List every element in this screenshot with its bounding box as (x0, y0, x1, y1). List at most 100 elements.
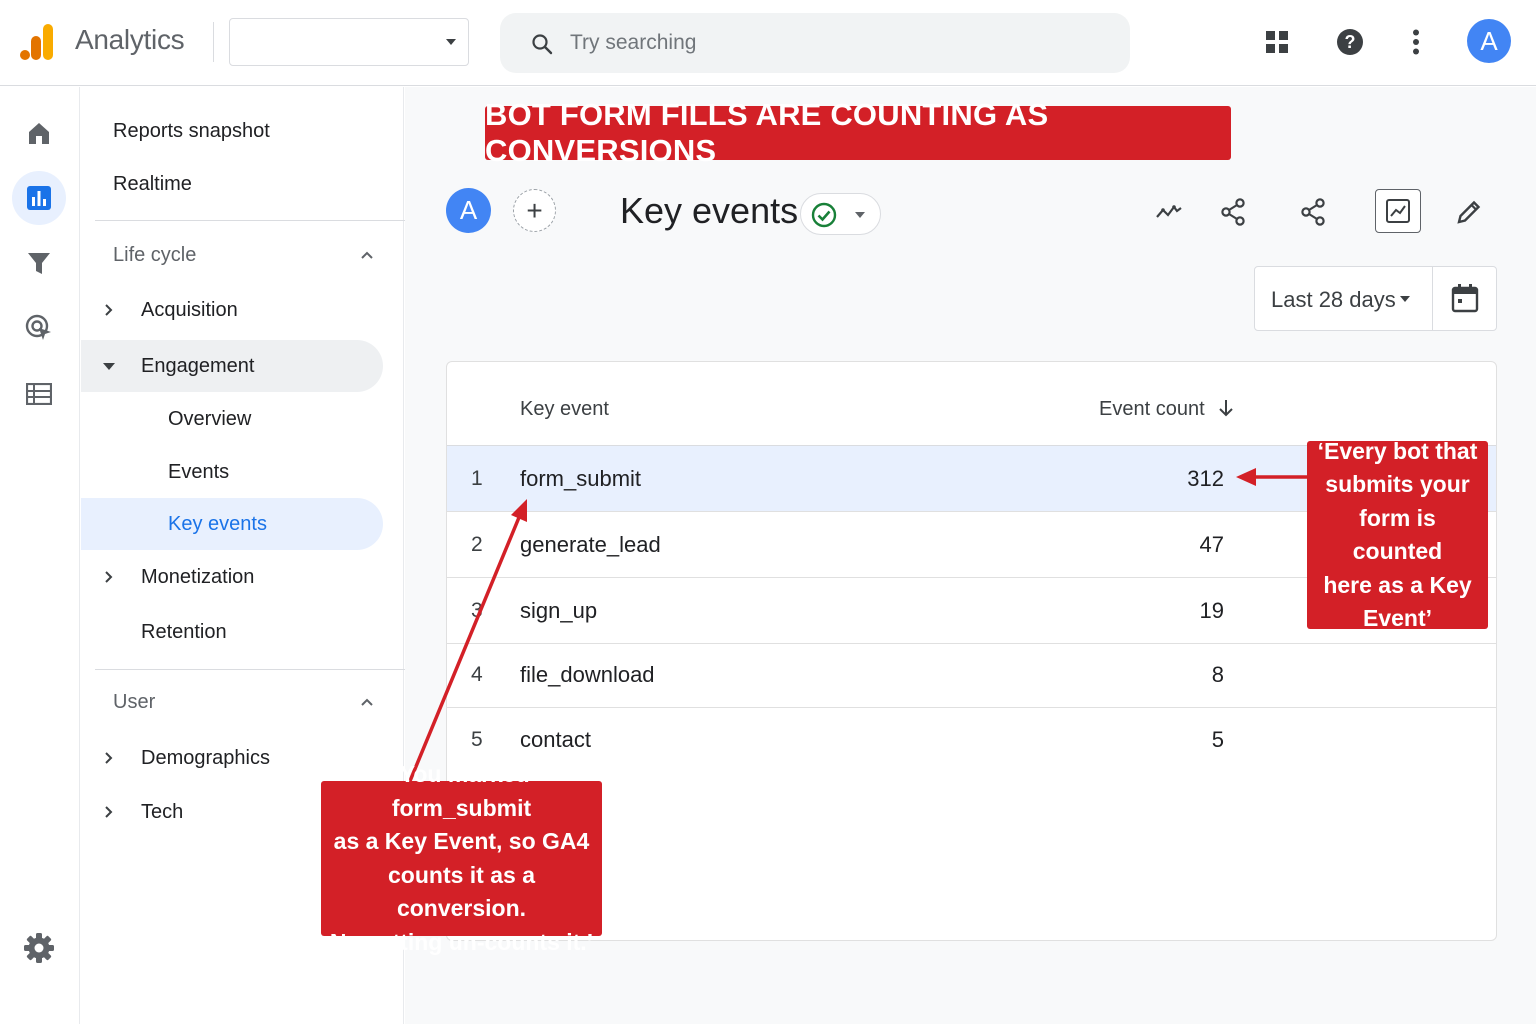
callout-line: form is counted (1352, 504, 1443, 565)
callout-line: as a Key Event, so GA4 (333, 828, 590, 854)
row-index: 2 (471, 533, 483, 556)
comparison-avatar[interactable]: A (446, 188, 491, 233)
callout-right: ‘Every bot that submits your form is cou… (1307, 438, 1488, 631)
nav-label: Key events (168, 512, 267, 535)
callout-line: Event’ (1362, 605, 1433, 631)
nav-monetization[interactable]: Monetization (81, 551, 383, 603)
reports-icon[interactable] (12, 171, 66, 225)
headline-banner: BOT FORM FILLS ARE COUNTING AS CONVERSIO… (485, 97, 1231, 168)
nav-retention[interactable]: Retention (81, 606, 383, 658)
analytics-logo-icon (20, 24, 53, 60)
nav-label: Monetization (141, 565, 255, 588)
nav-label: Events (168, 460, 230, 483)
row-index: 1 (471, 467, 483, 490)
share-icon[interactable] (1213, 192, 1253, 232)
row-event-name[interactable]: generate_lead (520, 532, 661, 558)
home-icon[interactable] (12, 106, 66, 160)
account-avatar[interactable]: A (1467, 19, 1511, 63)
nav-events[interactable]: Events (81, 446, 383, 498)
column-header-key-event[interactable]: Key event (520, 398, 609, 421)
nav-label: Acquisition (141, 298, 238, 321)
nav-engagement[interactable]: Engagement (81, 340, 383, 392)
nav-label: Reports snapshot (113, 119, 270, 142)
row-event-count: 19 (1199, 598, 1224, 623)
dropdown-caret-icon (446, 39, 456, 45)
dropdown-caret-icon (1400, 296, 1410, 302)
column-header-label: Event count (1099, 398, 1205, 420)
nav-section-user[interactable]: User (113, 691, 155, 714)
callout-bottom: ‘You marked form_submit as a Key Event, … (321, 761, 602, 955)
add-comparison-button[interactable]: + (513, 189, 556, 232)
svg-text:?: ? (1345, 32, 1356, 52)
sort-descending-arrow-icon (1219, 400, 1233, 417)
row-index: 3 (471, 599, 483, 622)
callout-line: No setting un-counts it.’ (329, 928, 594, 955)
callout-line: ‘Every bot that (1317, 437, 1478, 464)
account-selector[interactable] (229, 18, 469, 66)
nav-reports-snapshot[interactable]: Reports snapshot (81, 105, 383, 157)
row-event-count: 312 (1187, 466, 1224, 491)
search-bar[interactable] (500, 13, 1130, 73)
chevron-up-icon[interactable] (361, 696, 373, 708)
date-range-picker[interactable]: Last 28 days (1254, 266, 1497, 331)
report-status-chip[interactable] (800, 193, 881, 235)
help-icon[interactable]: ? (1332, 24, 1368, 60)
row-index: 4 (471, 663, 483, 686)
nav-label: Tech (141, 800, 184, 823)
row-event-name[interactable]: sign_up (520, 598, 597, 624)
nav-acquisition[interactable]: Acquisition (81, 284, 383, 336)
date-range-label: Last 28 days (1271, 287, 1396, 312)
share-report-icon[interactable] (1293, 192, 1333, 232)
chevron-right-icon (105, 304, 113, 316)
advertising-icon[interactable] (12, 301, 66, 355)
nav-label: Retention (141, 620, 227, 643)
top-app-bar: Analytics ? A (0, 0, 1536, 86)
row-event-name[interactable]: contact (520, 727, 591, 753)
row-event-count: 5 (1211, 727, 1224, 752)
settings-gear-icon[interactable] (12, 921, 66, 975)
insights-icon[interactable] (1149, 192, 1189, 232)
callout-line: submits your (1325, 471, 1470, 497)
column-header-event-count[interactable]: Event count (1099, 398, 1234, 421)
table-row[interactable]: 4 file_download 8 (447, 642, 1496, 708)
search-icon (532, 34, 553, 55)
calendar-icon[interactable] (1451, 283, 1479, 313)
analytics-logo[interactable] (20, 22, 56, 62)
chevron-right-icon (105, 571, 113, 583)
nav-key-events[interactable]: Key events (81, 498, 383, 550)
chevron-right-icon (105, 806, 113, 818)
apps-grid-icon[interactable] (1259, 24, 1295, 60)
row-event-name[interactable]: file_download (520, 662, 655, 688)
nav-section-lifecycle[interactable]: Life cycle (113, 244, 196, 267)
nav-label: Realtime (113, 172, 192, 195)
chevron-right-icon (105, 752, 113, 764)
row-event-count: 8 (1211, 662, 1224, 687)
callout-line: counts it as a conversion. (388, 861, 535, 922)
callout-line: here as a Key (1323, 571, 1472, 598)
left-rail (0, 87, 80, 1024)
date-range-divider (1432, 267, 1433, 330)
dropdown-caret-icon (855, 212, 865, 218)
customize-chart-icon[interactable] (1375, 189, 1421, 233)
app-title: Analytics (75, 24, 185, 55)
nav-realtime[interactable]: Realtime (81, 158, 383, 210)
explore-funnel-icon[interactable] (12, 236, 66, 290)
chevron-up-icon[interactable] (361, 249, 373, 261)
more-vert-icon[interactable] (1398, 24, 1434, 60)
nav-label: Demographics (141, 746, 270, 769)
row-index: 5 (471, 728, 483, 751)
row-event-count: 47 (1199, 532, 1224, 557)
configure-list-icon[interactable] (12, 367, 66, 421)
callout-line: ‘You marked form_submit (391, 761, 532, 821)
title-divider (213, 22, 214, 62)
edit-pencil-icon[interactable] (1449, 192, 1489, 232)
nav-overview[interactable]: Overview (81, 393, 383, 445)
table-row[interactable]: 5 contact 5 (447, 707, 1496, 773)
caret-down-icon (103, 363, 115, 370)
nav-label: Overview (168, 407, 252, 430)
search-input[interactable] (570, 27, 1090, 59)
check-circle-icon (811, 202, 837, 228)
row-event-name[interactable]: form_submit (520, 466, 641, 492)
nav-label: Engagement (141, 354, 255, 377)
page-title: Key events (620, 190, 799, 231)
